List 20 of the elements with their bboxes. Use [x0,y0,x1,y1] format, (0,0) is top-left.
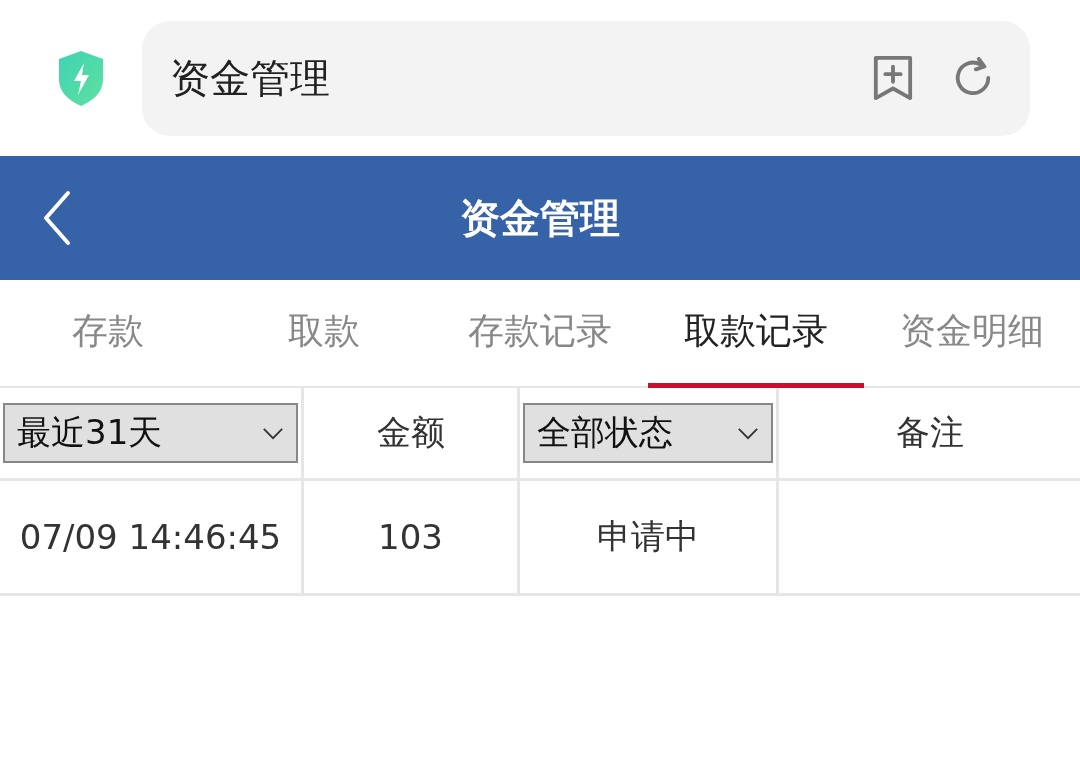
table-cell-text: 申请中 [597,515,699,558]
filter-dropdown[interactable]: 全部状态 [523,403,773,463]
address-bar[interactable]: 资金管理 [142,20,1030,136]
filter-dropdown[interactable]: 最近31天 [3,403,298,463]
chevron-down-icon [262,426,284,440]
column-header: 金额 [376,411,445,454]
bookmark-add-icon[interactable] [872,54,914,102]
address-text: 资金管理 [170,53,331,103]
tab[interactable]: 取款记录 [648,280,864,388]
page-title: 资金管理 [460,193,620,243]
shield-icon [56,49,106,107]
table-cell: 07/09 14:46:45 [19,517,282,557]
tab[interactable]: 存款 [0,280,216,388]
chevron-down-icon [737,426,759,440]
table-cell: 103 [378,517,443,557]
tab[interactable]: 取款 [216,280,432,388]
back-icon[interactable] [42,190,72,246]
tab[interactable]: 资金明细 [864,280,1080,388]
column-header: 备注 [895,411,964,454]
tab[interactable]: 存款记录 [432,280,648,388]
